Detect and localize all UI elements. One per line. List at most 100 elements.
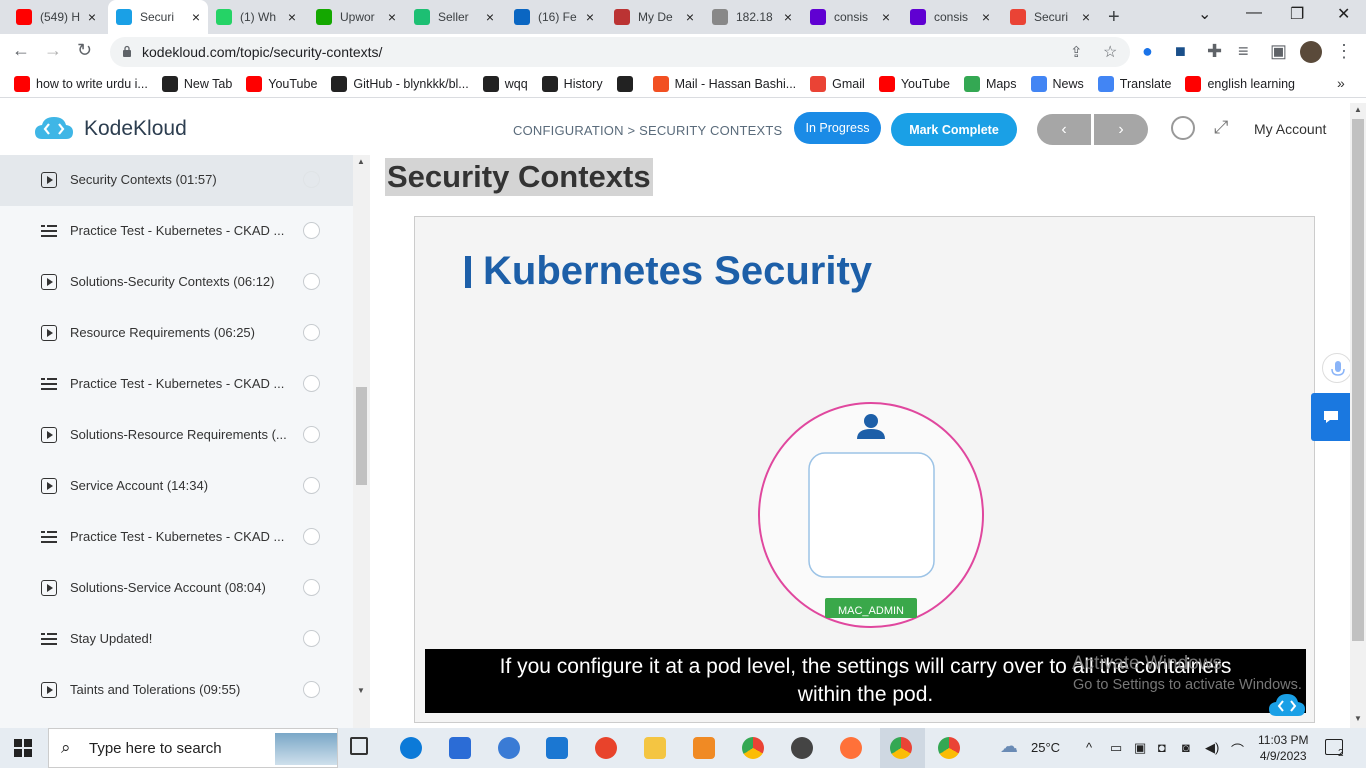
browser-tab[interactable]: consis × (902, 0, 998, 34)
task-view-icon[interactable] (350, 737, 368, 755)
wifi-icon[interactable]: ⌒ (1231, 740, 1244, 759)
browser-tab[interactable]: Seller × (406, 0, 502, 34)
scroll-down-icon[interactable]: ▼ (357, 686, 365, 695)
more-bookmarks-icon[interactable]: » (1337, 75, 1345, 91)
sidebar-lesson-item[interactable]: Solutions-Resource Requirements (... (0, 410, 353, 461)
download-extension-icon[interactable]: ■ (1175, 41, 1186, 62)
dark-mode-toggle-icon[interactable] (1171, 116, 1195, 140)
browser-tab[interactable]: Securi × (1002, 0, 1098, 34)
browser-tab[interactable]: consis × (802, 0, 898, 34)
close-tab-icon[interactable]: × (1082, 9, 1090, 25)
voice-input-icon[interactable] (1322, 353, 1352, 383)
completion-circle-icon[interactable] (303, 375, 320, 392)
browser-tab[interactable]: My De × (606, 0, 702, 34)
completion-circle-icon[interactable] (303, 426, 320, 443)
tray-chevron-icon[interactable]: ^ (1086, 740, 1092, 755)
page-scrollbar[interactable]: ▲ ▼ (1350, 103, 1366, 728)
forward-arrow-icon[interactable]: → (44, 40, 62, 61)
weather-temp[interactable]: 25°C (1031, 740, 1060, 755)
close-tab-icon[interactable]: × (288, 9, 296, 25)
page-scroll-thumb[interactable] (1352, 119, 1364, 641)
completion-circle-icon[interactable] (303, 477, 320, 494)
windows-start-icon[interactable] (14, 739, 32, 757)
bookmark-item[interactable]: Maps (963, 75, 1017, 92)
page-scroll-up-icon[interactable]: ▲ (1354, 105, 1362, 114)
sidebar-lesson-item[interactable]: Solutions-Service Account (08:04) (0, 563, 353, 614)
bookmark-item[interactable]: how to write urdu i... (14, 75, 148, 92)
bookmark-item[interactable]: Mail - Hassan Bashi... (652, 75, 796, 92)
browser-tab[interactable]: (549) H × (8, 0, 104, 34)
system-clock[interactable]: 11:03 PM 4/9/2023 (1258, 732, 1308, 764)
close-tab-icon[interactable]: × (388, 9, 396, 25)
address-bar[interactable]: kodekloud.com/topic/security-contexts/ (110, 37, 1130, 67)
network-monitor-icon[interactable]: ▣ (1134, 740, 1146, 756)
my-account-link[interactable]: My Account (1254, 121, 1326, 137)
completion-circle-icon[interactable] (303, 681, 320, 698)
bookmark-item[interactable] (616, 75, 639, 92)
sidebar-scroll-thumb[interactable] (356, 387, 367, 485)
taskbar-search-box[interactable]: ⌕ Type here to search (48, 728, 338, 768)
bookmark-item[interactable]: History (541, 75, 603, 92)
browser-tab[interactable]: (16) Fe × (506, 0, 602, 34)
chrome-profile-2-icon[interactable] (938, 737, 960, 759)
video-player[interactable]: Kubernetes Security MAC_ADMIN If you con… (414, 216, 1315, 723)
close-tab-icon[interactable]: × (784, 9, 792, 25)
reload-icon[interactable]: ↻ (77, 40, 92, 61)
extensions-puzzle-icon[interactable]: ✚ (1207, 41, 1222, 62)
chrome-profile-1-icon[interactable] (890, 737, 912, 759)
volume-icon[interactable]: ◀) (1205, 740, 1219, 756)
completion-circle-icon[interactable] (303, 528, 320, 545)
mic-extension-icon[interactable]: ● (1142, 41, 1153, 62)
previous-lesson-button[interactable]: ‹ (1037, 114, 1091, 145)
close-tab-icon[interactable]: × (486, 9, 494, 25)
sidebar-lesson-item[interactable]: Solutions-Security Contexts (06:12) (0, 257, 353, 308)
chat-widget-icon[interactable] (1311, 393, 1350, 441)
browser-tab[interactable]: Securi × (108, 0, 208, 34)
share-icon[interactable]: ⇪ (1070, 43, 1083, 61)
sidebar-lesson-item[interactable]: Stay Updated! (0, 614, 353, 665)
bookmark-star-icon[interactable]: ☆ (1103, 42, 1117, 62)
completion-circle-icon[interactable] (303, 579, 320, 596)
sidebar-lesson-item[interactable]: Practice Test - Kubernetes - CKAD ... (0, 512, 353, 563)
completion-circle-icon[interactable] (303, 171, 320, 188)
restore-window-icon[interactable]: ❐ (1290, 4, 1304, 24)
bookmark-item[interactable]: english learning (1185, 75, 1295, 92)
scroll-up-icon[interactable]: ▲ (357, 157, 365, 166)
completion-circle-icon[interactable] (303, 273, 320, 290)
bookmark-item[interactable]: New Tab (161, 75, 232, 92)
kodekloud-logo[interactable]: KodeKloud (34, 115, 187, 143)
sidebar-scrollbar[interactable]: ▲ ▼ (353, 155, 370, 728)
sidebar-lesson-item[interactable]: Practice Test - Kubernetes - CKAD ... (0, 359, 353, 410)
sidebar-lesson-item[interactable]: Practice Test - Kubernetes - CKAD ... (0, 206, 353, 257)
mark-complete-button[interactable]: Mark Complete (891, 113, 1017, 146)
skype-icon[interactable] (498, 737, 520, 759)
back-arrow-icon[interactable]: ← (12, 40, 30, 61)
completion-circle-icon[interactable] (303, 630, 320, 647)
media-control-icon[interactable]: ≡ (1238, 41, 1249, 62)
chrome-icon[interactable] (742, 737, 764, 759)
tab-search-icon[interactable]: ⌄ (1198, 4, 1211, 24)
in-progress-button[interactable]: In Progress (794, 112, 881, 144)
browser-tab[interactable]: 182.18 × (704, 0, 800, 34)
close-tab-icon[interactable]: × (686, 9, 694, 25)
sidebar-lesson-item[interactable]: Service Account (14:34) (0, 461, 353, 512)
browser-tab[interactable]: Upwor × (308, 0, 404, 34)
side-panel-icon[interactable]: ▣ (1270, 41, 1287, 62)
close-tab-icon[interactable]: × (982, 9, 990, 25)
bookmark-item[interactable]: Translate (1097, 75, 1171, 92)
bookmark-item[interactable]: GitHub - blynkkk/bl... (331, 75, 469, 92)
fullscreen-expand-icon[interactable]: ⤢ (1214, 117, 1228, 138)
browser-tab[interactable]: (1) Wh × (208, 0, 304, 34)
profile-avatar[interactable] (1300, 41, 1322, 63)
mail-icon[interactable] (546, 737, 568, 759)
sidebar-lesson-item[interactable]: Resource Requirements (06:25) (0, 308, 353, 359)
bookmark-item[interactable]: YouTube (246, 75, 317, 92)
bookmark-item[interactable]: YouTube (878, 75, 950, 92)
completion-circle-icon[interactable] (303, 324, 320, 341)
edge-icon[interactable] (400, 737, 422, 759)
close-tab-icon[interactable]: × (586, 9, 594, 25)
completion-circle-icon[interactable] (303, 222, 320, 239)
sidebar-lesson-item[interactable]: Security Contexts (01:57) (0, 155, 353, 206)
meet-now-icon[interactable]: ◘ (1158, 740, 1166, 755)
bookmark-item[interactable]: wqq (482, 75, 528, 92)
